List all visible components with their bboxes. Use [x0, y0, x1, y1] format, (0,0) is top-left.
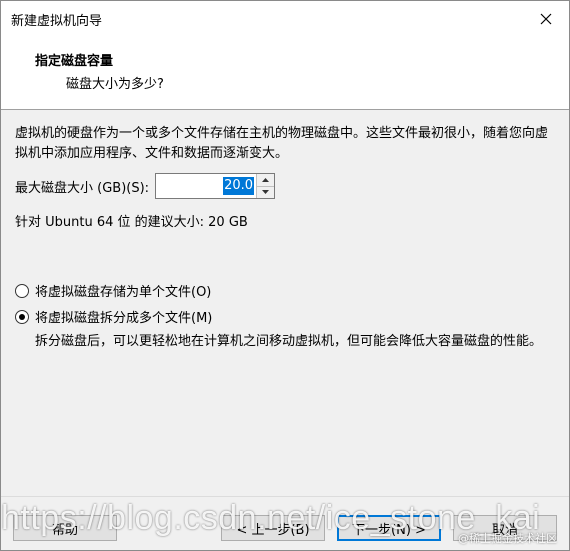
triangle-up-icon — [262, 177, 270, 182]
radio-single-file[interactable]: 将虚拟磁盘存储为单个文件(O) — [15, 281, 211, 300]
triangle-down-icon — [262, 190, 270, 195]
max-size-value: 20.0 — [223, 177, 255, 195]
next-button[interactable]: 下一步(N) > — [337, 515, 441, 541]
new-vm-wizard-window: 新建虚拟机向导 指定磁盘容量 磁盘大小为多少? 虚拟机的硬盘作为一个或多个文件存… — [0, 0, 570, 551]
spin-down-button[interactable] — [257, 185, 275, 198]
max-size-spinbox[interactable]: 20.0 — [155, 173, 276, 199]
close-button[interactable] — [523, 1, 569, 37]
help-button[interactable]: 帮助 — [13, 515, 117, 541]
spin-buttons — [256, 174, 275, 198]
back-button[interactable]: < 上一步(B) — [221, 515, 325, 541]
wizard-footer: 帮助 < 上一步(B) 下一步(N) > 取消 — [1, 496, 569, 550]
radio-single-file-label: 将虚拟磁盘存储为单个文件(O) — [35, 285, 212, 300]
radio-single-file-indicator[interactable] — [15, 283, 29, 298]
max-size-row: 最大磁盘大小 (GB)(S): 20.0 — [15, 173, 276, 199]
max-size-label: 最大磁盘大小 (GB)(S): — [15, 180, 150, 196]
split-description: 拆分磁盘后，可以更轻松地在计算机之间移动虚拟机，但可能会降低大容量磁盘的性能。 — [35, 334, 543, 349]
spin-up-button[interactable] — [257, 174, 275, 186]
disk-description: 虚拟机的硬盘作为一个或多个文件存储在主机的物理磁盘中。这些文件最初很小，随着您向… — [15, 126, 549, 161]
radio-split-files-label: 将虚拟磁盘拆分成多个文件(M) — [35, 311, 213, 326]
wizard-body: 虚拟机的硬盘作为一个或多个文件存储在主机的物理磁盘中。这些文件最初很小，随着您向… — [1, 110, 569, 496]
wizard-header: 指定磁盘容量 磁盘大小为多少? — [1, 37, 569, 109]
recommended-size: 针对 Ubuntu 64 位 的建议大小: 20 GB — [15, 215, 248, 230]
max-size-input[interactable]: 20.0 — [156, 174, 256, 198]
close-icon — [540, 13, 552, 25]
window-title: 新建虚拟机向导 — [11, 14, 103, 29]
radio-split-files-indicator[interactable] — [15, 309, 29, 324]
step-subtitle: 磁盘大小为多少? — [66, 77, 164, 92]
radio-split-files[interactable]: 将虚拟磁盘拆分成多个文件(M) — [15, 307, 212, 326]
cancel-button[interactable]: 取消 — [453, 515, 557, 541]
title-bar: 新建虚拟机向导 — [1, 1, 569, 37]
step-title: 指定磁盘容量 — [35, 54, 114, 69]
